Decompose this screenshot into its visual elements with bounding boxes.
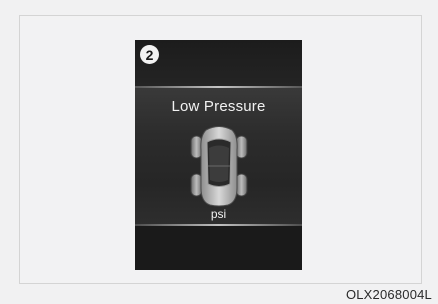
screen-top-divider (135, 86, 302, 88)
pressure-unit-label: psi (210, 207, 227, 221)
warning-title: Low Pressure (171, 98, 266, 115)
front-right-tire (235, 135, 248, 159)
step-number-badge: 2 (140, 45, 159, 64)
instrument-cluster-display: 2 Low Pressure psi (135, 40, 302, 270)
display-top-band: 2 (135, 40, 302, 86)
rear-left-tire (190, 173, 203, 197)
rear-right-tire (235, 173, 248, 197)
figure-code-caption: OLX2068004L (345, 287, 432, 302)
display-bottom-band (135, 226, 302, 270)
front-left-tire (190, 135, 203, 159)
tpms-screen: Low Pressure psi (135, 86, 302, 226)
car-top-view-icon (190, 126, 248, 207)
